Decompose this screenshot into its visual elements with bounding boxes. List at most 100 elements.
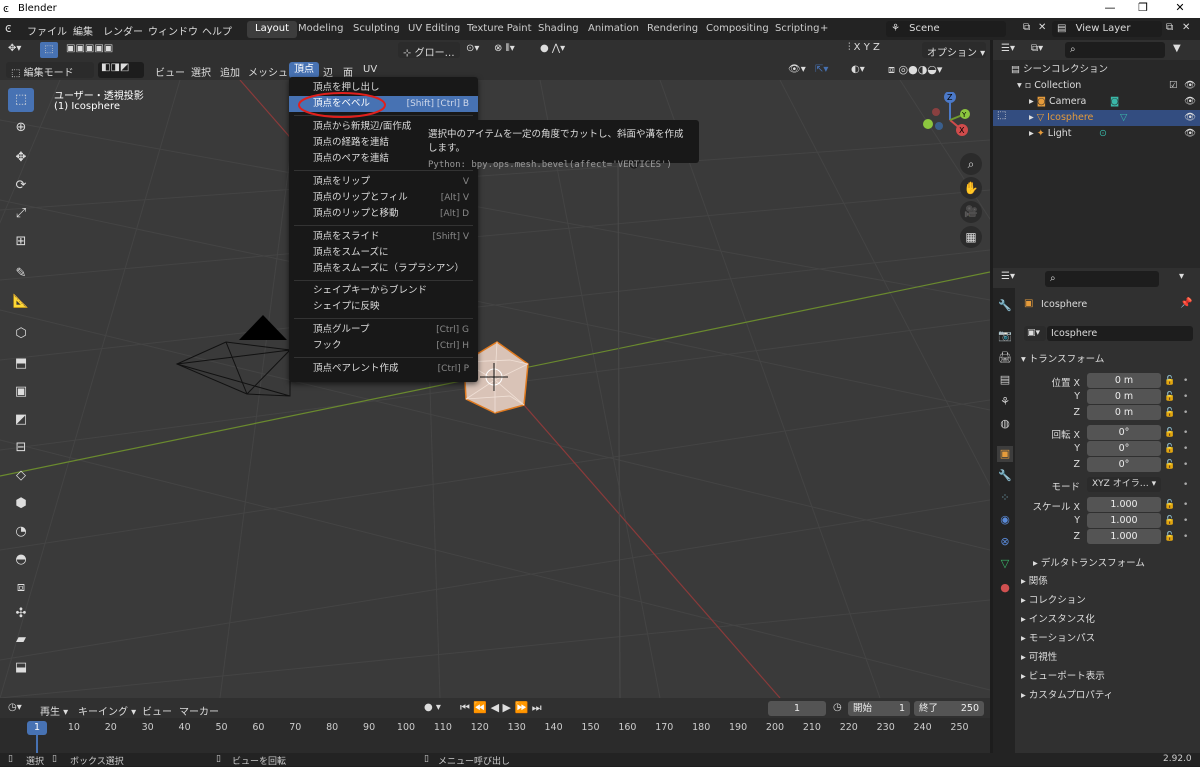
visibility-section[interactable]: ▸ 可視性 bbox=[1021, 649, 1057, 663]
perspective-grid-icon[interactable]: ▦ bbox=[960, 226, 982, 248]
motion-paths-section[interactable]: ▸ モーションパス bbox=[1021, 630, 1095, 644]
select-tool-icon[interactable]: ⬚ bbox=[8, 88, 34, 112]
navigation-gizmo[interactable]: Z X Y bbox=[920, 92, 980, 152]
camera-view-icon[interactable]: 🎥 bbox=[960, 201, 982, 223]
light-object[interactable] bbox=[0, 80, 990, 698]
mode-dropdown[interactable]: ⬚ 編集モード bbox=[6, 62, 94, 79]
lock-icon[interactable]: 🔓 bbox=[1164, 392, 1175, 402]
menu-item-smooth-laplacian[interactable]: 頂点をスムーズに（ラプラシアン） bbox=[289, 261, 478, 277]
delta-transform-header[interactable]: ▸ デルタトランスフォーム bbox=[1033, 555, 1145, 569]
keyframe-dot-icon[interactable]: • bbox=[1183, 480, 1188, 490]
tab-shading[interactable]: Shading bbox=[530, 21, 587, 38]
visibility-icon[interactable]: 👁▾ bbox=[788, 64, 806, 75]
current-frame-field[interactable]: 1 bbox=[768, 701, 826, 716]
object-datablock-icon[interactable]: ▣▾ bbox=[1024, 326, 1046, 341]
timeline-menu-keying[interactable]: キーイング ▾ bbox=[78, 703, 136, 718]
menu-item-hooks[interactable]: フック [Ctrl] H bbox=[289, 338, 478, 354]
viewport-display-section[interactable]: ▸ ビューポート表示 bbox=[1021, 668, 1105, 682]
outliner-display-mode-icon[interactable]: ⧉▾ bbox=[1031, 43, 1043, 54]
lock-icon[interactable]: 🔓 bbox=[1164, 532, 1175, 542]
lock-icon[interactable]: 🔓 bbox=[1164, 408, 1175, 418]
tab-compositing[interactable]: Compositing bbox=[698, 21, 777, 38]
transform-orientation-dropdown[interactable]: ⊹ グロー… bbox=[398, 42, 460, 59]
viewport-menu-vertex[interactable]: 頂点 bbox=[289, 62, 319, 78]
smooth-tool-icon[interactable]: ◓ bbox=[8, 548, 34, 572]
gizmo-toggle-icon[interactable]: ⇱▾ bbox=[815, 64, 828, 75]
output-tab-icon[interactable]: 🖨 bbox=[997, 350, 1013, 366]
viewport-menu-uv[interactable]: UV bbox=[363, 64, 377, 75]
knife-tool-icon[interactable]: ◇ bbox=[8, 464, 34, 488]
eye-icon[interactable]: 👁 bbox=[1184, 126, 1196, 142]
menu-help[interactable]: ヘルプ bbox=[202, 23, 232, 38]
add-cube-tool-icon[interactable]: ⬡ bbox=[8, 322, 34, 346]
constraints-tab-icon[interactable]: ⊗ bbox=[997, 534, 1013, 550]
rotation-mode-dropdown[interactable]: XYZ オイラ… ▾ bbox=[1087, 477, 1161, 492]
select-box-tool-icon[interactable]: ⬚ bbox=[40, 42, 58, 58]
viewport-menu-select[interactable]: 選択 bbox=[191, 64, 211, 79]
location-y-field[interactable]: 0 m bbox=[1087, 389, 1161, 404]
spin-tool-icon[interactable]: ◔ bbox=[8, 520, 34, 544]
keyframe-dot-icon[interactable]: • bbox=[1183, 460, 1188, 470]
tab-animation[interactable]: Animation bbox=[580, 21, 647, 38]
3d-viewport[interactable]: ユーザー・透視投影 (1) Icosphere Z X Y ⌕ ✋ 🎥 ▦ bbox=[0, 80, 990, 698]
snap-icon[interactable]: ⊗ ⫴▾ bbox=[494, 43, 515, 54]
shear-tool-icon[interactable]: ▰ bbox=[8, 628, 34, 652]
keyframe-record-icon[interactable]: ● ▾ bbox=[424, 702, 441, 713]
bevel-tool-icon[interactable]: ◩ bbox=[8, 408, 34, 432]
scene-copy-icon[interactable]: ⧉ bbox=[1023, 22, 1030, 33]
end-frame-field[interactable]: 終了 250 bbox=[914, 701, 984, 716]
start-frame-field[interactable]: 開始 1 bbox=[848, 701, 910, 716]
eye-icon[interactable]: 👁 bbox=[1184, 110, 1196, 126]
pan-hand-icon[interactable]: ✋ bbox=[960, 177, 982, 199]
outliner-collection[interactable]: ▾ ▫ Collection ☑ 👁 bbox=[993, 78, 1200, 94]
rotation-x-field[interactable]: 0° bbox=[1087, 425, 1161, 440]
transform-panel-header[interactable]: ▾ トランスフォーム bbox=[1021, 351, 1104, 365]
properties-search[interactable]: ⌕ bbox=[1045, 271, 1159, 287]
outliner-scene-collection[interactable]: ▤ シーンコレクション bbox=[993, 62, 1200, 78]
proportional-edit-icon[interactable]: ● ⋀▾ bbox=[540, 43, 565, 54]
annotate-tool-icon[interactable]: ✎ bbox=[8, 262, 34, 286]
keyframe-dot-icon[interactable]: • bbox=[1183, 516, 1188, 526]
menu-window[interactable]: ウィンドウ bbox=[148, 23, 198, 38]
close-button[interactable]: ✕ bbox=[1165, 1, 1195, 14]
playhead[interactable]: 1 bbox=[27, 721, 47, 735]
keyframe-dot-icon[interactable]: • bbox=[1183, 532, 1188, 542]
select-mode-icons[interactable]: ▣▣▣▣▣ bbox=[66, 43, 113, 54]
edge-slide-tool-icon[interactable]: ⧈ bbox=[8, 576, 34, 600]
timeline-menu-marker[interactable]: マーカー bbox=[179, 703, 219, 718]
extrude-tool-icon[interactable]: ⬒ bbox=[8, 352, 34, 376]
relations-section[interactable]: ▸ 関係 bbox=[1021, 573, 1048, 587]
view-layer-remove-icon[interactable]: ✕ bbox=[1182, 22, 1190, 33]
menu-item-blend-shape[interactable]: シェイプキーからブレンド bbox=[289, 283, 478, 299]
scene-selector[interactable]: ⚘ Scene bbox=[886, 21, 1006, 37]
location-x-field[interactable]: 0 m bbox=[1087, 373, 1161, 388]
maximize-button[interactable]: ❐ bbox=[1128, 1, 1158, 14]
scale-x-field[interactable]: 1.000 bbox=[1087, 497, 1161, 512]
menu-item-make-vertex-parent[interactable]: 頂点ペアレント作成 [Ctrl] P bbox=[289, 361, 478, 377]
poly-build-tool-icon[interactable]: ⬢ bbox=[8, 492, 34, 516]
menu-render[interactable]: レンダー bbox=[103, 23, 143, 38]
loop-cut-tool-icon[interactable]: ⊟ bbox=[8, 436, 34, 460]
scene-remove-icon[interactable]: ✕ bbox=[1038, 22, 1046, 33]
options-dropdown[interactable]: オプション ▾ bbox=[922, 42, 986, 59]
playback-controls-icons[interactable]: ⏮ ⏪ ◀ ▶ ⏩ ⏭ bbox=[460, 701, 542, 715]
properties-editor-icon[interactable]: ☰▾ bbox=[1001, 271, 1015, 282]
timeline-editor-icon[interactable]: ◷▾ bbox=[8, 702, 22, 713]
keyframe-dot-icon[interactable]: • bbox=[1183, 500, 1188, 510]
scale-y-field[interactable]: 1.000 bbox=[1087, 513, 1161, 528]
menu-edit[interactable]: 編集 bbox=[73, 23, 93, 38]
lock-icon[interactable]: 🔓 bbox=[1164, 500, 1175, 510]
render-tab-icon[interactable]: 📷 bbox=[997, 328, 1013, 344]
select-mode-toggle[interactable]: ◧◨◩ bbox=[98, 62, 144, 78]
lock-icon[interactable]: 🔓 bbox=[1164, 516, 1175, 526]
location-z-field[interactable]: 0 m bbox=[1087, 405, 1161, 420]
lock-icon[interactable]: 🔓 bbox=[1164, 460, 1175, 470]
data-tab-icon[interactable]: ▽ bbox=[997, 556, 1013, 572]
rotate-tool-icon[interactable]: ⟳ bbox=[8, 174, 34, 198]
viewport-menu-view[interactable]: ビュー bbox=[155, 64, 185, 79]
outliner-light[interactable]: ▸ ✦ Light ⊙ 👁 bbox=[993, 126, 1200, 142]
overlay-toggle-icon[interactable]: ◐▾ bbox=[851, 64, 865, 75]
instancing-section[interactable]: ▸ インスタンス化 bbox=[1021, 611, 1095, 625]
keyframe-dot-icon[interactable]: • bbox=[1183, 376, 1188, 386]
outliner-icosphere[interactable]: ▸ ▽ Icosphere ▽ 👁 bbox=[993, 110, 1200, 126]
